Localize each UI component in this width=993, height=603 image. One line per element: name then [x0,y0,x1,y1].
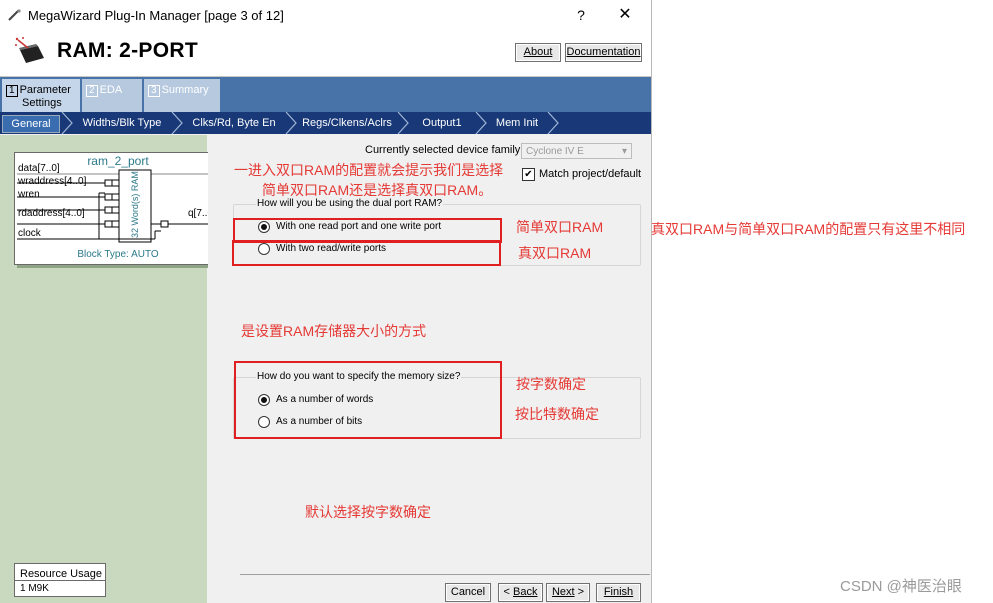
device-family-label: Currently selected device family: [365,144,524,156]
wizard-title: RAM: 2-PORT [57,39,198,62]
annotation-default-note: 默认选择按字数确定 [305,504,431,520]
next-label: Next [551,586,575,598]
block-type: Block Type: AUTO [77,249,159,260]
annotation-by-bits: 按比特数确定 [515,406,599,422]
ram-symbol: ram_2_port data[7..0] wraddress[4..0] wr… [14,152,222,265]
wand-icon [8,9,21,21]
pin-data: data[7..0] [18,163,60,174]
step-general[interactable]: General [2,115,60,133]
back-label: Back [513,586,538,598]
finish-button[interactable]: Finish [596,583,641,602]
close-button[interactable]: ✕ [612,5,638,25]
tab-number: 1 [6,85,18,97]
documentation-button[interactable]: Documentation [565,43,642,62]
next-button[interactable]: Next > [546,583,590,602]
cancel-button[interactable]: Cancel [445,583,491,602]
divider [15,580,105,581]
ram-block: 32 Word(s) RAM [119,171,151,239]
tab-parameter-settings[interactable]: 1 Parameter Settings [2,79,80,112]
next-arrow: > [577,586,585,598]
help-button[interactable]: ? [570,5,592,25]
pin-clock: clock [18,228,41,239]
annotation-memsize-method: 是设置RAM存储器大小的方式 [241,323,427,339]
tab-summary[interactable]: 3 Summary [144,79,220,112]
step-clks-rd-byte-en[interactable]: Clks/Rd, Byte En [186,115,282,131]
tab-number: 2 [86,85,98,97]
annotation-difference-note: 真双口RAM与简单双口RAM的配置只有这里不相同 [651,221,966,237]
annotation-intro-line1: 一进入双口RAM的配置就会提示我们是选择 [234,162,504,178]
step-output1[interactable]: Output1 [412,115,472,131]
annotation-box-memory-size [234,361,502,439]
pin-wren: wren [18,189,40,200]
watermark: CSDN @神医治眼 [840,578,962,595]
tab-number: 3 [148,85,160,97]
back-button[interactable]: < Back [498,583,543,602]
chevron-right-icon [171,112,183,134]
tab-label: EDA [99,84,123,96]
documentation-button-label: Documentation [566,46,641,58]
match-project-label: Match project/default [539,168,642,180]
pin-wraddress: wraddress[4..0] [18,176,87,187]
device-family-select: Cyclone IV E ▾ [521,143,632,159]
annotation-box-true-dual [232,240,501,266]
back-arrow: < [503,586,510,598]
chevron-right-icon [61,112,73,134]
page-tabs: 1 Parameter Settings 2 EDA 3 Summary [0,77,651,112]
chevron-right-icon [397,112,409,134]
about-button-label: About [523,46,553,58]
about-button[interactable]: About [515,43,561,62]
window-title: MegaWizard Plug-In Manager [page 3 of 12… [28,8,284,23]
annotation-by-words: 按字数确定 [516,376,586,392]
tab-label-line2: Settings [22,97,62,109]
finish-label: Finish [603,586,634,598]
symbol-panel: ram_2_port data[7..0] wraddress[4..0] wr… [0,135,222,603]
footer-divider [240,574,650,575]
tab-eda[interactable]: 2 EDA [82,79,142,112]
chevron-right-icon [475,112,487,134]
resource-usage-label: Resource Usage [20,568,102,580]
megawizard-logo-icon [15,37,44,63]
chevron-right-icon [547,112,559,134]
tab-label: Parameter [19,84,71,96]
annotation-simple-dual: 简单双口RAM [516,219,604,235]
title-bar: MegaWizard Plug-In Manager [page 3 of 12… [0,0,651,31]
match-project-checkbox[interactable]: ✔ [522,168,535,181]
step-bar: General Widths/Blk Type Clks/Rd, Byte En… [0,112,651,134]
chevron-down-icon: ▾ [621,146,627,157]
resource-usage: Resource Usage 1 M9K [14,563,106,597]
pin-rdaddress: rdaddress[4..0] [18,208,85,219]
step-mem-init[interactable]: Mem Init [490,115,544,131]
step-widths-blk-type[interactable]: Widths/Blk Type [76,115,168,131]
step-regs-clkens-aclrs[interactable]: Regs/Clkens/Aclrs [300,115,394,131]
wizard-header: RAM: 2-PORT About Documentation [0,31,651,77]
ram-block-label: 32 Word(s) RAM [130,171,140,238]
chevron-right-icon [285,112,297,134]
device-family-value: Cyclone IV E [526,146,584,157]
resource-usage-value: 1 M9K [20,583,49,594]
annotation-intro-line2: 简单双口RAM还是选择真双口RAM。 [262,182,493,198]
tab-label: Summary [161,84,209,96]
annotation-true-dual: 真双口RAM [518,245,592,261]
